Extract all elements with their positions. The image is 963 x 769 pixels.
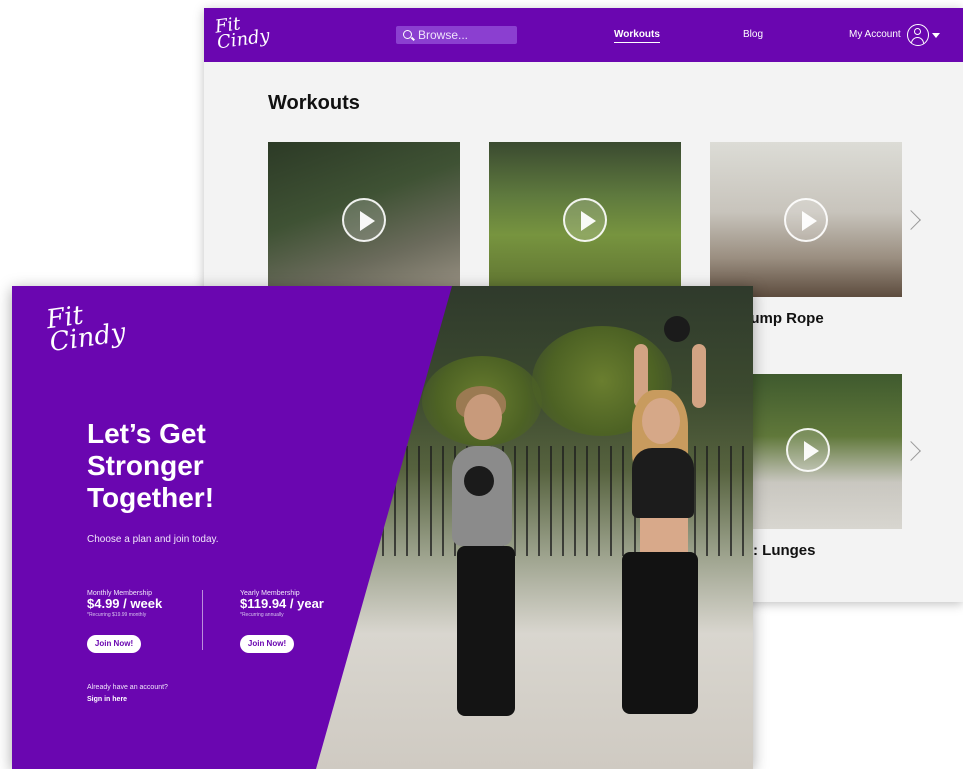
plan-divider	[202, 590, 203, 650]
sign-in-link[interactable]: Sign in here	[87, 696, 127, 703]
photo-figure-part	[642, 398, 680, 444]
plan-note: *Recurring annually	[240, 612, 284, 619]
hero-headline: Let’s Get Stronger Together!	[87, 418, 215, 513]
nav-workouts[interactable]: Workouts	[614, 29, 660, 43]
account-icon-body	[911, 37, 924, 45]
photo-figure-part	[622, 552, 698, 714]
photo-figure-part	[464, 394, 502, 440]
photo-figure-part	[457, 546, 515, 716]
account-icon-head	[914, 28, 921, 35]
workout-card-thumbnail-3[interactable]	[710, 142, 902, 297]
hero-subline: Choose a plan and join today.	[87, 534, 219, 545]
nav-my-account[interactable]: My Account	[849, 29, 901, 40]
photo-kettlebell	[664, 316, 690, 342]
chevron-right-icon[interactable]	[901, 441, 921, 461]
photo-fence	[382, 446, 753, 556]
chevron-down-icon[interactable]	[932, 33, 940, 38]
play-icon[interactable]	[784, 198, 828, 242]
photo-figure-part	[640, 518, 688, 552]
plan-price: $4.99 / week	[87, 596, 163, 611]
play-icon[interactable]	[786, 428, 830, 472]
photo-figure-part	[452, 446, 512, 546]
photo-figure-part	[632, 448, 694, 518]
page-title: Workouts	[268, 92, 360, 114]
logo-line2: Cindy	[47, 318, 128, 359]
app-stage: Fit Cindy Browse... Workouts Blog My Acc…	[0, 0, 963, 769]
signup-window: Fit Cindy Let’s Get Stronger Together! C…	[12, 286, 753, 769]
play-icon[interactable]	[342, 198, 386, 242]
workout-card-thumbnail-1[interactable]	[268, 142, 460, 297]
nav-blog[interactable]: Blog	[743, 29, 763, 40]
photo-figure-part	[692, 344, 706, 408]
join-yearly-button[interactable]: Join Now!	[240, 635, 294, 653]
plan-yearly: Yearly Membership $119.94 / year *Recurr…	[240, 590, 324, 618]
workout-card-thumbnail-6[interactable]	[752, 374, 902, 529]
join-monthly-button[interactable]: Join Now!	[87, 635, 141, 653]
logo[interactable]: Fit Cindy	[45, 299, 128, 359]
search-input[interactable]: Browse...	[396, 26, 517, 44]
account-icon[interactable]	[907, 24, 929, 46]
logo-line2: Cindy	[215, 25, 272, 54]
account-prompt: Already have an account?	[87, 684, 168, 691]
top-nav-bar: Fit Cindy Browse... Workouts Blog My Acc…	[204, 8, 963, 62]
plan-price: $119.94 / year	[240, 596, 324, 611]
workout-card-thumbnail-2[interactable]	[489, 142, 681, 297]
photo-kettlebell	[464, 466, 494, 496]
search-icon	[403, 30, 412, 39]
play-icon[interactable]	[563, 198, 607, 242]
logo[interactable]: Fit Cindy	[214, 12, 272, 54]
search-placeholder: Browse...	[418, 28, 469, 42]
plan-monthly: Monthly Membership $4.99 / week *Recurri…	[87, 590, 162, 618]
chevron-right-icon[interactable]	[901, 210, 921, 230]
plan-note: *Recurring $19.99 monthly	[87, 612, 147, 619]
